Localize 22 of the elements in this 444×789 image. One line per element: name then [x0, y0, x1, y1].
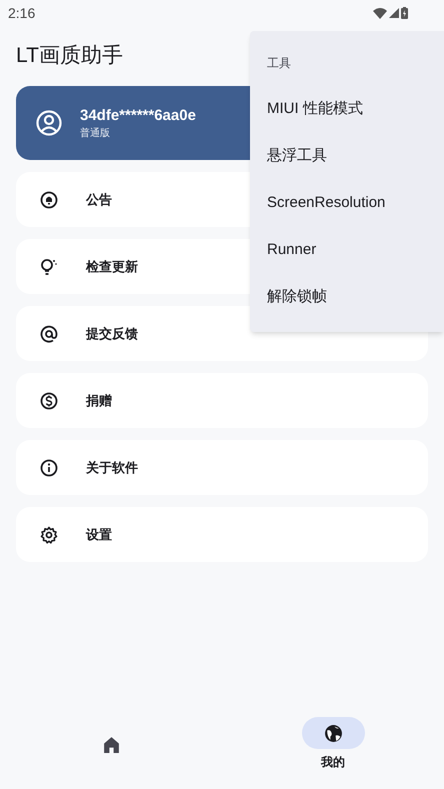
- battery-icon: [401, 7, 408, 19]
- info-icon: [40, 458, 58, 476]
- account-id: 34dfe******6aa0e: [80, 106, 196, 126]
- nav-label: 我的: [321, 754, 345, 771]
- globe-icon: [324, 724, 342, 742]
- at-sign-icon: [40, 324, 58, 342]
- settings-icon: [40, 526, 58, 544]
- status-time: 2:16: [8, 4, 36, 22]
- list-item[interactable]: 设置: [16, 507, 428, 562]
- bell-icon: [40, 190, 58, 208]
- nav-tab[interactable]: [302, 717, 364, 749]
- list-item[interactable]: 关于软件: [16, 440, 428, 495]
- home-icon: [102, 734, 120, 754]
- dollar-icon: [40, 392, 58, 410]
- signal-icon: [389, 8, 399, 18]
- app-title: LT画质助手: [16, 43, 123, 70]
- account-plan: 普通版: [80, 126, 111, 140]
- wifi-icon: [373, 8, 387, 18]
- user-icon: [36, 110, 62, 136]
- menu-header: 工具: [266, 54, 292, 72]
- lightbulb-icon: [40, 258, 58, 276]
- list-item[interactable]: 捐赠: [16, 373, 428, 428]
